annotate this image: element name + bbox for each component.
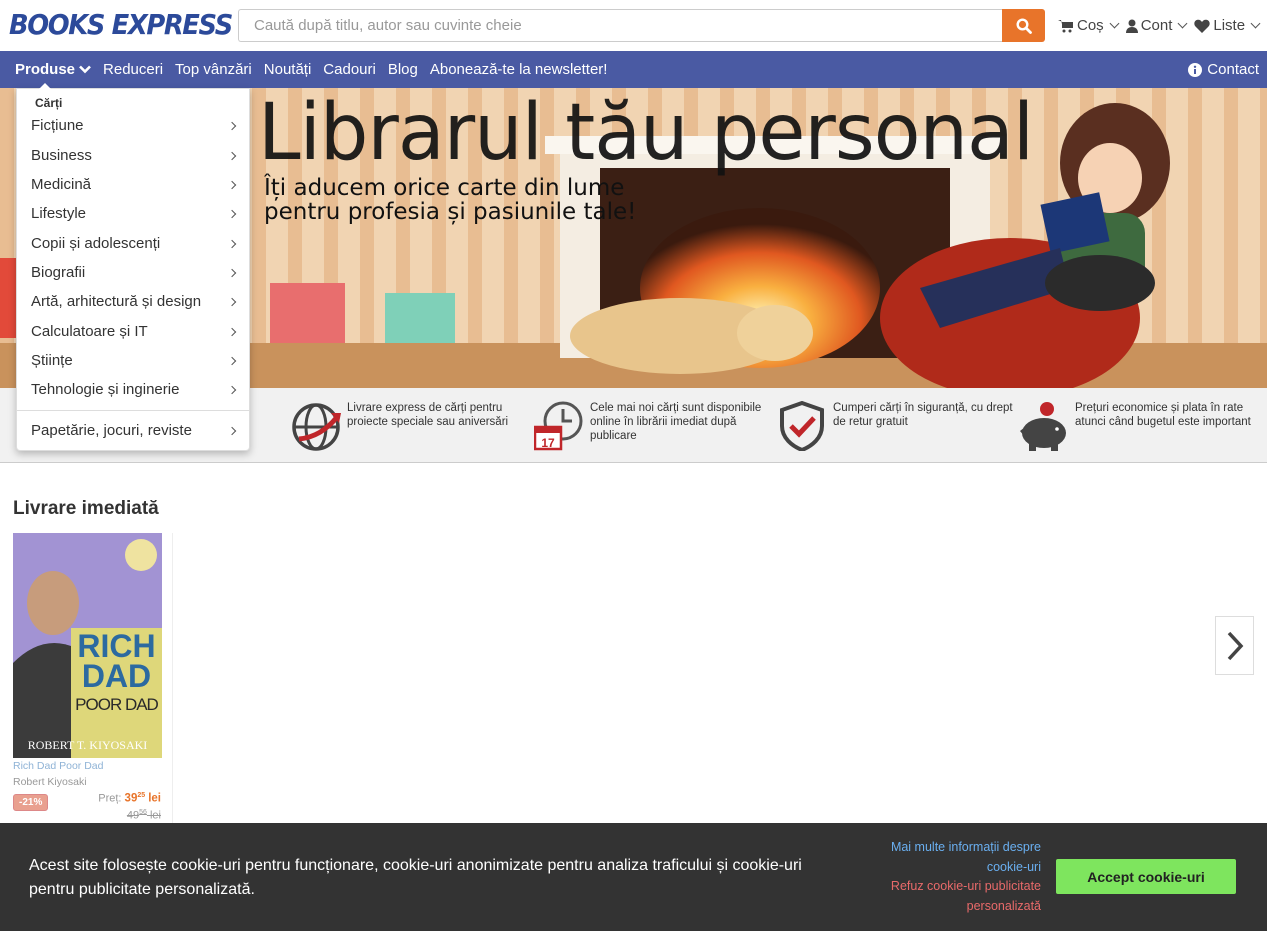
heart-icon bbox=[1194, 19, 1211, 33]
book-price: Preț: 3925 lei bbox=[98, 792, 161, 805]
clock-calendar-icon: 17 bbox=[534, 401, 583, 451]
lists-link[interactable]: Liste bbox=[1194, 17, 1261, 34]
chevron-down-icon bbox=[79, 65, 91, 74]
cookie-more-info-link[interactable]: Mai multe informații despre cookie-uri bbox=[851, 838, 1041, 877]
search-icon bbox=[1015, 17, 1032, 34]
menu-item-lifestyle[interactable]: Lifestyle bbox=[31, 205, 237, 222]
chevron-right-icon bbox=[227, 268, 237, 277]
menu-item-business[interactable]: Business bbox=[31, 147, 237, 164]
menu-item-papetarie[interactable]: Papetărie, jocuri, reviste bbox=[31, 422, 237, 439]
feature-item: 17 Cele mai noi cărți sunt disponibile o… bbox=[534, 401, 775, 451]
menu-item-calculatoare[interactable]: Calculatoare și IT bbox=[31, 323, 237, 340]
accept-cookies-button[interactable]: Accept cookie-uri bbox=[1056, 859, 1236, 894]
chevron-right-icon bbox=[227, 426, 237, 435]
chevron-right-icon bbox=[227, 385, 237, 394]
piggy-bank-icon bbox=[1020, 402, 1066, 451]
cover-subtitle: POOR DAD bbox=[75, 695, 159, 714]
account-link[interactable]: Cont bbox=[1125, 17, 1189, 34]
account-label: Cont bbox=[1140, 17, 1173, 34]
cover-author: ROBERT T. KIYOSAKI bbox=[27, 738, 148, 752]
cookie-text: Acest site folosește cookie-uri pentru f… bbox=[29, 857, 802, 898]
info-icon bbox=[1188, 62, 1203, 77]
carousel-next-button[interactable] bbox=[1215, 616, 1254, 675]
scrollbar[interactable] bbox=[1267, 0, 1284, 931]
chevron-right-icon bbox=[227, 209, 237, 218]
svg-text:17: 17 bbox=[541, 436, 555, 450]
cover-title: RICH DAD bbox=[77, 628, 156, 694]
logo[interactable]: BOOKS EXPRESS bbox=[9, 8, 233, 41]
chevron-right-icon bbox=[227, 327, 237, 336]
nav-top-vanzari[interactable]: Top vânzări bbox=[175, 61, 252, 78]
menu-heading: Cărți bbox=[35, 96, 63, 110]
menu-item-copii[interactable]: Copii și adolescenți bbox=[31, 235, 237, 252]
chevron-right-icon bbox=[227, 151, 237, 160]
menu-divider bbox=[17, 410, 249, 411]
chevron-right-icon bbox=[227, 121, 237, 130]
nav-blog[interactable]: Blog bbox=[388, 61, 418, 78]
feature-item: Livrare express de cărți pentru proiecte… bbox=[291, 401, 532, 451]
feature-item: Cumperi cărți în siguranță, cu drept de … bbox=[777, 401, 1018, 451]
lists-label: Liste bbox=[1213, 17, 1246, 34]
cart-icon bbox=[1058, 19, 1073, 32]
products-dropdown: Cărți Ficțiune Business Medicină Lifesty… bbox=[16, 83, 250, 451]
nav-products[interactable]: Produse bbox=[15, 61, 91, 78]
hero-subtitle: Îți aducem orice carte din lume pentru p… bbox=[264, 175, 637, 225]
chevron-right-icon bbox=[227, 297, 237, 306]
chevron-down-icon bbox=[1177, 18, 1188, 29]
nav-cadouri[interactable]: Cadouri bbox=[323, 61, 376, 78]
discount-badge: -21% bbox=[13, 794, 49, 811]
cookie-refuse-link[interactable]: Refuz cookie-uri publicitate personaliza… bbox=[851, 877, 1041, 916]
nav-noutati[interactable]: Noutăți bbox=[264, 61, 312, 78]
search-box bbox=[238, 9, 1003, 42]
hero-title: Librarul tău personal bbox=[258, 88, 1034, 178]
product-card[interactable]: RICH DAD POOR DAD ROBERT T. KIYOSAKI Ric… bbox=[13, 533, 173, 828]
menu-item-fictiune[interactable]: Ficțiune bbox=[31, 117, 237, 134]
main-nav: Produse Reduceri Top vânzări Noutăți Cad… bbox=[0, 51, 1267, 88]
menu-item-biografii[interactable]: Biografii bbox=[31, 264, 237, 281]
globe-delivery-icon bbox=[292, 403, 341, 451]
chevron-right-icon bbox=[227, 180, 237, 189]
chevron-down-icon bbox=[1109, 18, 1120, 29]
book-cover[interactable]: RICH DAD POOR DAD ROBERT T. KIYOSAKI bbox=[13, 533, 162, 758]
menu-item-stiinte[interactable]: Științe bbox=[31, 352, 237, 369]
cookie-banner: Acest site folosește cookie-uri pentru f… bbox=[0, 823, 1267, 931]
chevron-right-icon bbox=[227, 239, 237, 248]
section-title: Livrare imediată bbox=[13, 498, 159, 519]
feature-item: Prețuri economice și plata în rate atunc… bbox=[1019, 401, 1260, 451]
chevron-right-icon bbox=[227, 356, 237, 365]
book-title[interactable]: Rich Dad Poor Dad bbox=[13, 760, 103, 772]
shield-check-icon bbox=[780, 401, 824, 451]
header: BOOKS EXPRESS Coș Cont Liste bbox=[0, 0, 1267, 51]
menu-item-medicina[interactable]: Medicină bbox=[31, 176, 237, 193]
book-author[interactable]: Robert Kiyosaki bbox=[13, 776, 87, 788]
search-input[interactable] bbox=[239, 10, 1003, 41]
menu-item-arta[interactable]: Artă, arhitectură și design bbox=[31, 293, 237, 310]
nav-newsletter[interactable]: Abonează-te la newsletter! bbox=[430, 61, 608, 78]
cart-link[interactable]: Coș bbox=[1058, 17, 1120, 34]
chevron-down-icon bbox=[1250, 18, 1261, 29]
cart-label: Coș bbox=[1077, 17, 1104, 34]
search-button[interactable] bbox=[1002, 9, 1045, 42]
nav-reduceri[interactable]: Reduceri bbox=[103, 61, 163, 78]
nav-contact[interactable]: Contact bbox=[1188, 51, 1259, 88]
menu-item-tehnologie[interactable]: Tehnologie și inginerie bbox=[31, 381, 237, 398]
book-old-price: 4956 lei bbox=[126, 809, 161, 822]
user-icon bbox=[1125, 19, 1138, 33]
chevron-right-icon bbox=[1227, 631, 1243, 660]
